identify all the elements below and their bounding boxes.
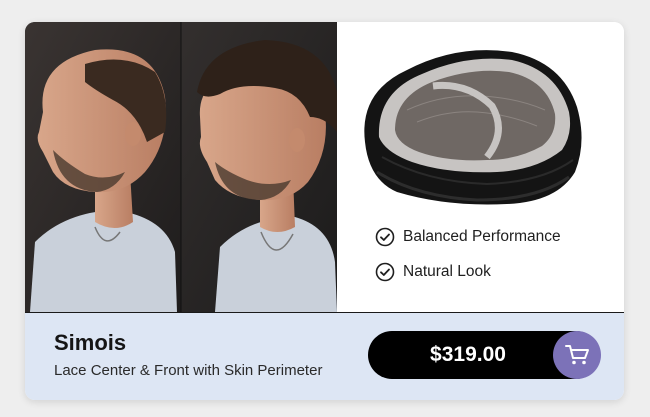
feature-label: Natural Look	[403, 263, 491, 280]
feature-label: Balanced Performance	[403, 228, 561, 245]
check-circle-icon	[375, 227, 395, 247]
product-description: Lace Center & Front with Skin Perimeter	[54, 362, 323, 379]
feature-list: Balanced Performance Natural Look	[375, 225, 561, 295]
feature-item: Natural Look	[375, 260, 561, 284]
product-panel: Balanced Performance Natural Look	[337, 22, 624, 312]
product-price: $319.00	[430, 343, 506, 366]
product-info-bar: Simois Lace Center & Front with Skin Per…	[25, 312, 624, 400]
feature-item: Balanced Performance	[375, 225, 561, 249]
shopping-cart-icon	[565, 345, 589, 365]
check-circle-icon	[375, 262, 395, 282]
product-card[interactable]: Balanced Performance Natural Look Simois…	[25, 22, 624, 400]
before-after-photo	[25, 22, 337, 312]
hair-system-photo	[364, 50, 582, 205]
add-to-cart-button[interactable]	[553, 331, 601, 379]
product-name[interactable]: Simois	[54, 330, 126, 356]
